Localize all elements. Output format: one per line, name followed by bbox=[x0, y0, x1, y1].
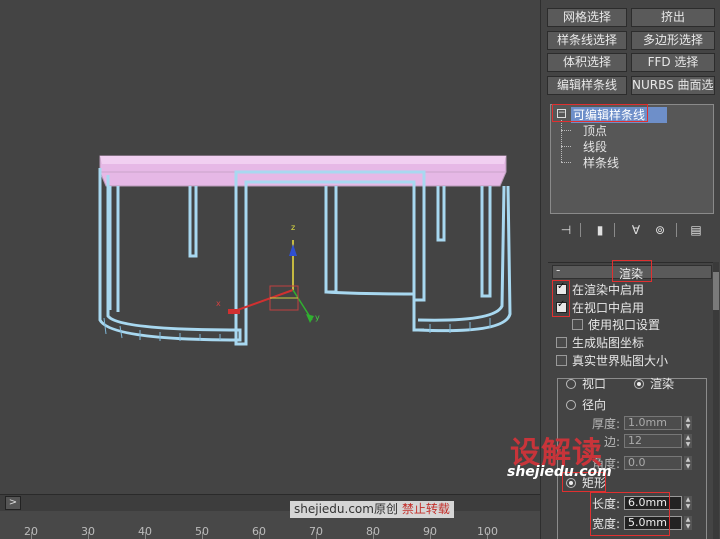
poly-select-button[interactable]: 多边形选择 bbox=[631, 31, 715, 50]
radial-radio[interactable] bbox=[566, 400, 576, 410]
length-spinner[interactable]: ▲ ▼ bbox=[684, 496, 692, 510]
viewport-scene: z y x bbox=[98, 155, 512, 346]
callout-editable-spline bbox=[552, 104, 648, 122]
transform-gizmo[interactable]: z y x bbox=[216, 223, 320, 323]
tick-label: 60 bbox=[252, 525, 266, 538]
tick-label: 20 bbox=[24, 525, 38, 538]
tick-label: 30 bbox=[81, 525, 95, 538]
viewport-radio-label: 视口 bbox=[582, 377, 607, 391]
stack-item-vertex[interactable]: 顶点 bbox=[583, 123, 607, 139]
generate-mapping-coords-label: 生成贴图坐标 bbox=[572, 336, 645, 350]
remove-modifier-icon[interactable]: ⊚ bbox=[652, 222, 668, 238]
real-world-map-size-label: 真实世界贴图大小 bbox=[572, 354, 669, 368]
tick-label: 100 bbox=[477, 525, 498, 538]
ffd-select-button[interactable]: FFD 选择 bbox=[631, 53, 715, 72]
angle-field[interactable]: 0.0 bbox=[624, 456, 682, 470]
generate-mapping-coords-checkbox[interactable] bbox=[556, 337, 567, 348]
sides-spinner[interactable]: ▲ ▼ bbox=[684, 434, 692, 448]
configure-modifier-sets-icon[interactable]: ▤ bbox=[688, 222, 704, 238]
timeline-track[interactable]: 20 30 40 50 60 70 80 90 100 bbox=[0, 511, 540, 539]
callout-length-width bbox=[590, 492, 670, 536]
rollout-scrollbar[interactable] bbox=[713, 262, 719, 539]
make-unique-icon[interactable]: ∀ bbox=[628, 222, 644, 238]
thickness-field[interactable]: 1.0mm bbox=[624, 416, 682, 430]
render-radio-label: 渲染 bbox=[650, 377, 675, 391]
sides-field[interactable]: 12 bbox=[624, 434, 682, 448]
minus-icon: - bbox=[556, 263, 561, 277]
stack-item-spline[interactable]: 样条线 bbox=[583, 155, 619, 171]
watermark-original: 原创 bbox=[373, 502, 398, 516]
axis-label-x: x bbox=[216, 299, 221, 308]
viewport-radio[interactable] bbox=[566, 379, 576, 389]
thickness-spinner[interactable]: ▲ ▼ bbox=[684, 416, 692, 430]
sides-label: 边: bbox=[604, 435, 621, 449]
tick-label: 90 bbox=[423, 525, 437, 538]
radial-radio-label: 径向 bbox=[582, 398, 607, 412]
app-window: z y x 网格选择 挤出 样条线选择 多边形选择 体积选择 FFD 选择 编辑… bbox=[0, 0, 720, 539]
table-frame bbox=[98, 168, 512, 346]
angle-spinner[interactable]: ▲ ▼ bbox=[684, 456, 692, 470]
callout-enable-checkboxes bbox=[552, 280, 570, 317]
stack-item-segment[interactable]: 线段 bbox=[583, 139, 607, 155]
tick-label: 70 bbox=[309, 525, 323, 538]
watermark: shejiedu.com原创 禁止转载 bbox=[290, 501, 454, 518]
timeline[interactable]: > 20 30 40 50 60 70 80 90 100 bbox=[0, 494, 540, 539]
scrollbar-thumb[interactable] bbox=[713, 272, 719, 310]
tick-label: 80 bbox=[366, 525, 380, 538]
pin-stack-icon[interactable]: ⊣ bbox=[558, 222, 574, 238]
site-logo-url: shejiedu.com bbox=[507, 464, 612, 480]
render-radio[interactable] bbox=[634, 379, 644, 389]
callout-rendering-title bbox=[612, 260, 652, 282]
tick-label: 40 bbox=[138, 525, 152, 538]
real-world-map-size-checkbox[interactable] bbox=[556, 355, 567, 366]
watermark-no-repost: 禁止转载 bbox=[401, 502, 450, 516]
tick-label: 50 bbox=[195, 525, 209, 538]
timeline-next-button[interactable]: > bbox=[5, 496, 21, 510]
stack-toolbar: ⊣ ▮ ∀ ⊚ ▤ bbox=[550, 220, 714, 242]
edit-spline-button[interactable]: 编辑样条线 bbox=[547, 76, 627, 95]
nurbs-surface-select-button[interactable]: NURBS 曲面选择 bbox=[631, 76, 715, 95]
width-spinner[interactable]: ▲ ▼ bbox=[684, 516, 692, 530]
extrude-button[interactable]: 挤出 bbox=[631, 8, 715, 27]
watermark-site: shejiedu.com bbox=[294, 502, 374, 516]
axis-label-y: y bbox=[315, 313, 320, 322]
enable-in-renderer-label: 在渲染中启用 bbox=[572, 283, 645, 297]
perspective-viewport[interactable]: z y x bbox=[0, 0, 540, 494]
volume-select-button[interactable]: 体积选择 bbox=[547, 53, 627, 72]
axis-label-z: z bbox=[291, 223, 295, 232]
use-viewport-settings-label: 使用视口设置 bbox=[588, 318, 661, 332]
mesh-select-button[interactable]: 网格选择 bbox=[547, 8, 627, 27]
show-end-result-icon[interactable]: ▮ bbox=[592, 222, 608, 238]
use-viewport-settings-checkbox[interactable] bbox=[572, 319, 583, 330]
enable-in-viewport-label: 在视口中启用 bbox=[572, 301, 645, 315]
spline-select-button[interactable]: 样条线选择 bbox=[547, 31, 627, 50]
